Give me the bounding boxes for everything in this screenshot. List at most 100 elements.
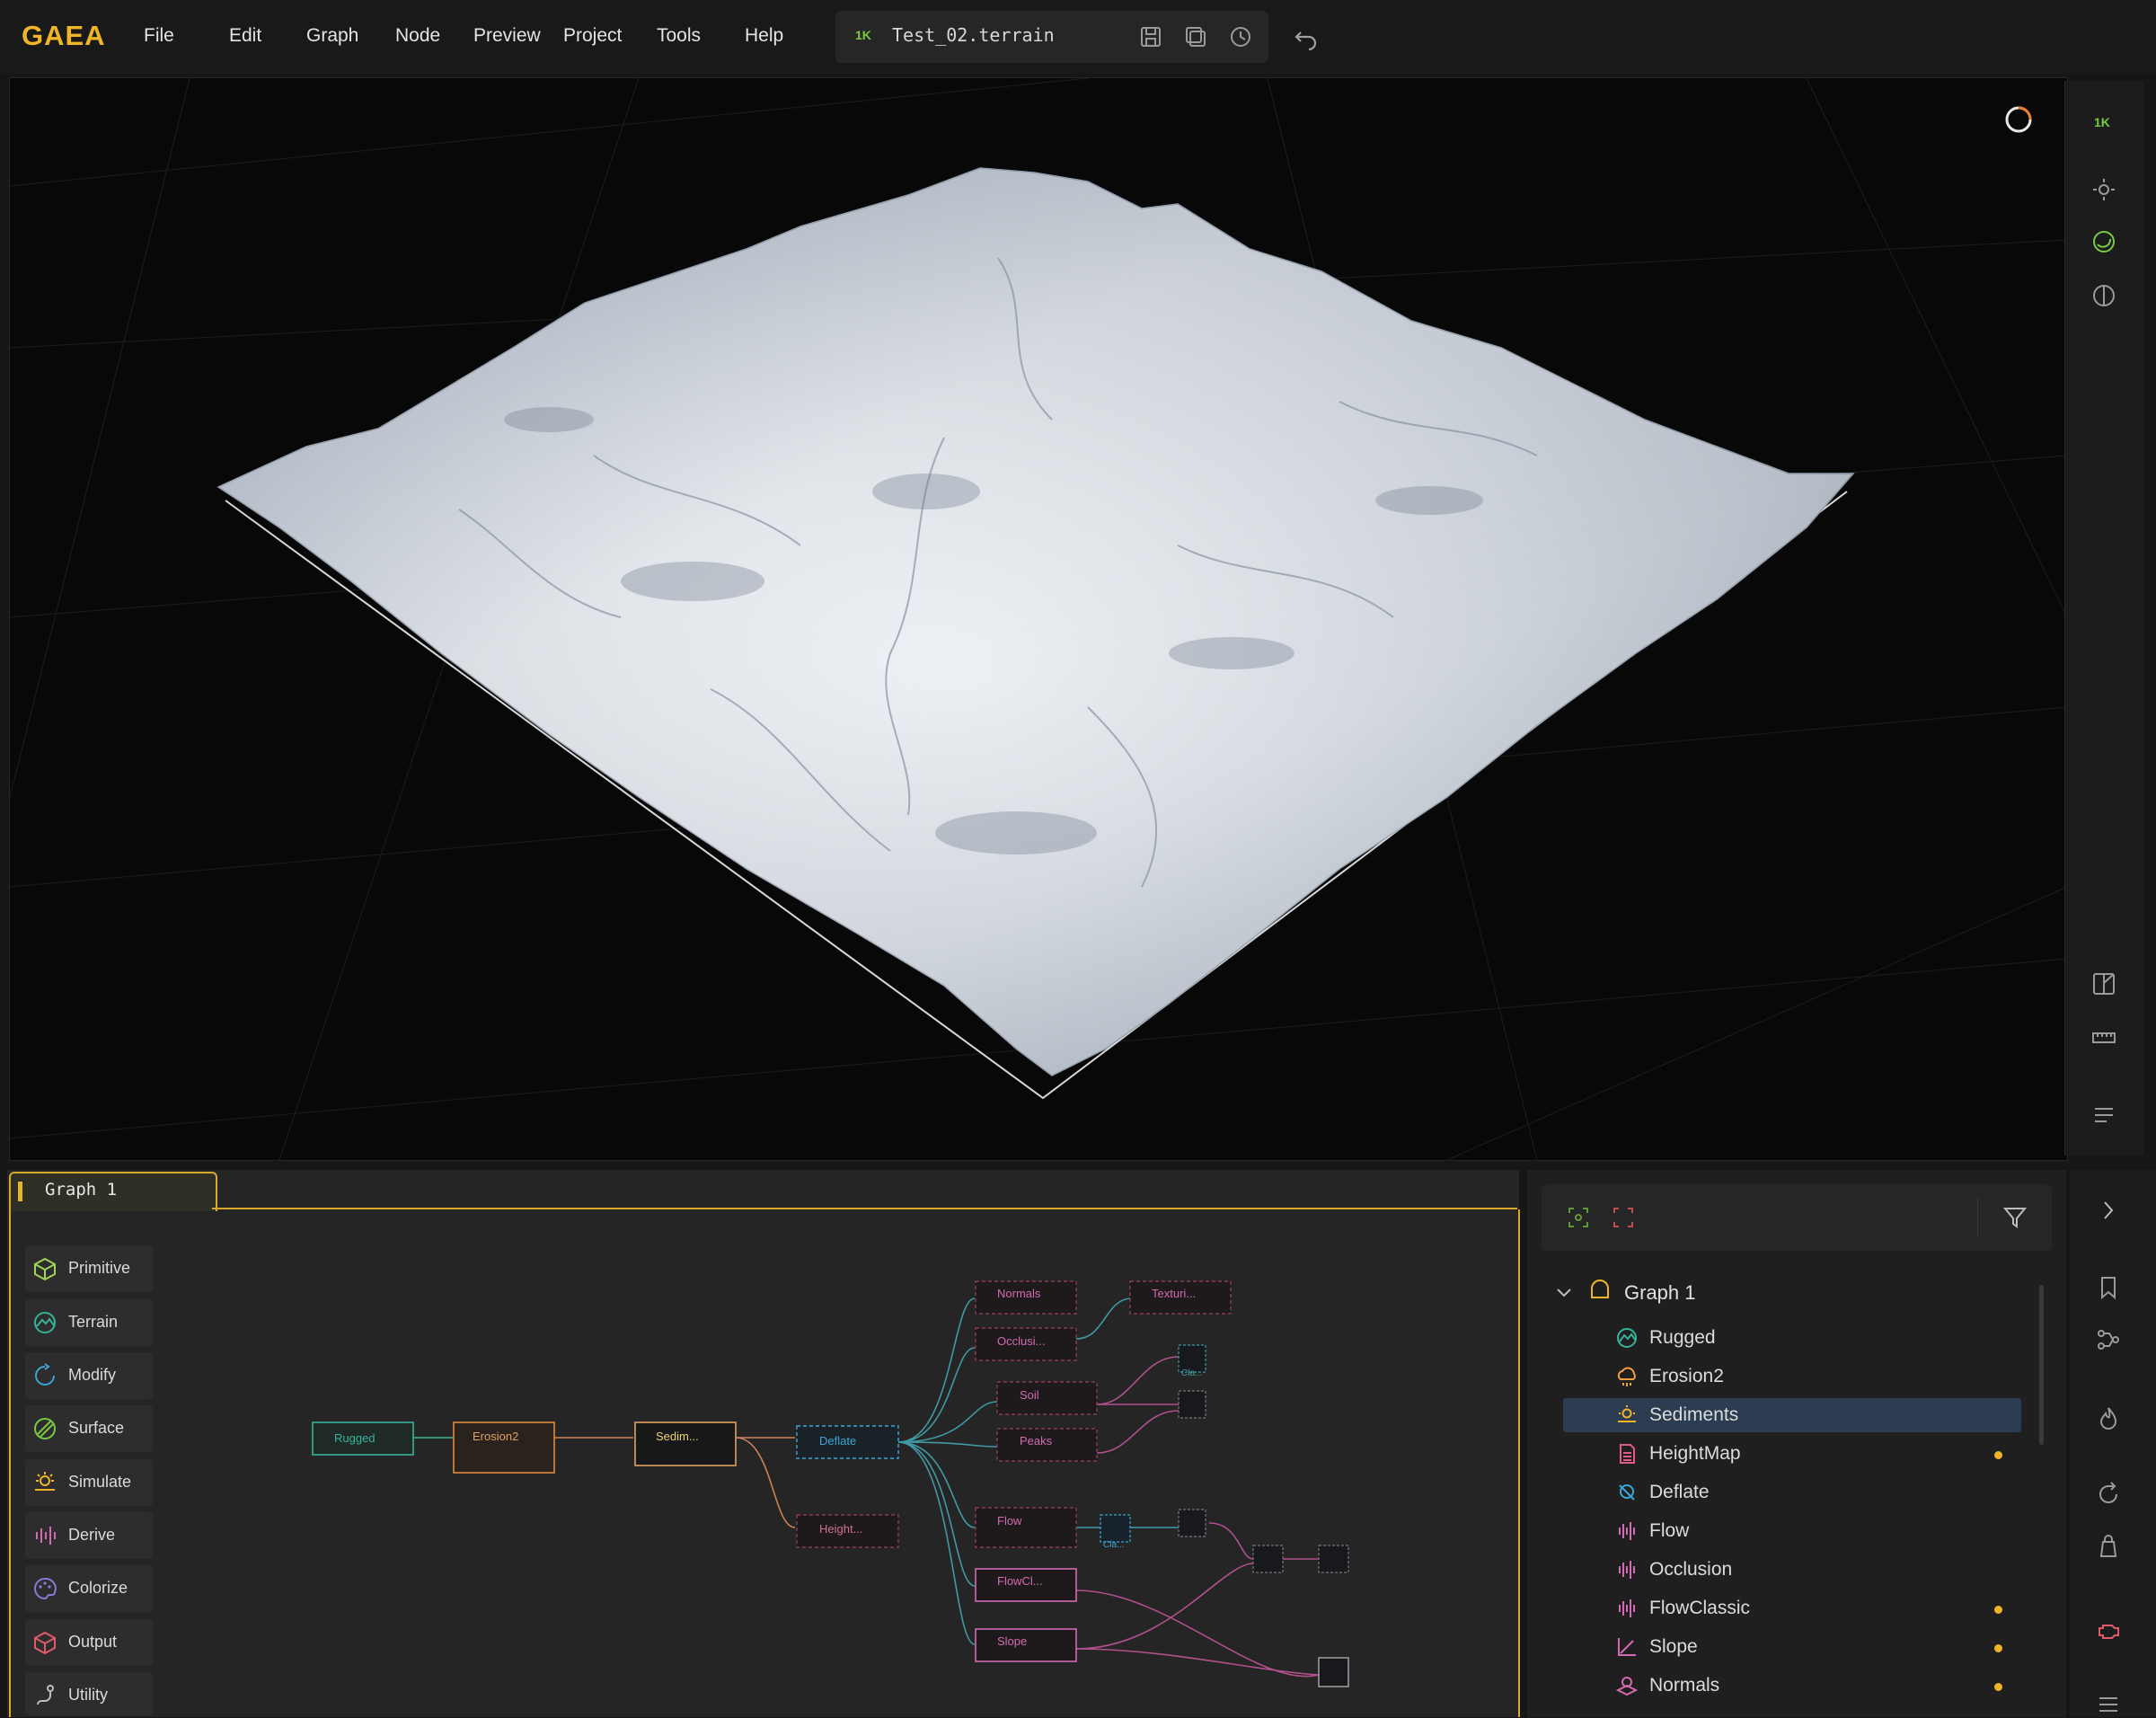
fire-icon[interactable] bbox=[2095, 1405, 2122, 1432]
material-icon[interactable] bbox=[2090, 282, 2117, 309]
bucket-icon[interactable] bbox=[2095, 1533, 2122, 1560]
category-label: Derive bbox=[68, 1526, 116, 1544]
filter-icon[interactable] bbox=[2001, 1204, 2028, 1231]
tree-scrollbar[interactable] bbox=[2039, 1285, 2044, 1445]
node-erosion2[interactable]: Erosion2 bbox=[453, 1421, 555, 1474]
cube-icon bbox=[34, 1257, 56, 1281]
chevron-right-icon[interactable] bbox=[2095, 1197, 2122, 1224]
category-primitive[interactable]: Primitive bbox=[25, 1245, 153, 1292]
modified-dot bbox=[1994, 1606, 2002, 1614]
refresh-icon[interactable] bbox=[2095, 1481, 2122, 1508]
tree-item-label: Normals bbox=[1649, 1675, 1720, 1696]
menu-graph[interactable]: Graph bbox=[306, 25, 358, 47]
node-small[interactable] bbox=[1178, 1509, 1206, 1537]
menu-node[interactable]: Node bbox=[395, 25, 440, 47]
menu-help[interactable]: Help bbox=[745, 25, 783, 47]
menu-lines-icon[interactable] bbox=[2090, 1102, 2117, 1129]
sun-icon[interactable] bbox=[2090, 176, 2117, 203]
history-icon[interactable] bbox=[1229, 25, 1252, 49]
category-label: Terrain bbox=[68, 1313, 119, 1331]
tab-indicator bbox=[18, 1182, 22, 1201]
category-colorize[interactable]: Colorize bbox=[25, 1565, 153, 1612]
menu-project[interactable]: Project bbox=[563, 25, 622, 47]
undo-icon[interactable] bbox=[1294, 25, 1319, 50]
file-box: 1K Test_02.terrain bbox=[835, 11, 1268, 63]
tree-item-label: HeightMap bbox=[1649, 1443, 1741, 1464]
viewport-3d[interactable] bbox=[9, 77, 2068, 1161]
output-icon bbox=[34, 1631, 56, 1655]
node-label: Cla... bbox=[1181, 1368, 1202, 1378]
viewport-resolution-badge[interactable]: 1K bbox=[2094, 115, 2110, 129]
node-peaks[interactable]: Peaks bbox=[996, 1428, 1098, 1462]
chevron-down-icon[interactable] bbox=[1554, 1283, 1574, 1303]
node-occlusion[interactable]: Occlusi... bbox=[975, 1327, 1077, 1361]
ruler-icon[interactable] bbox=[2090, 1024, 2117, 1051]
tree-item-sediments[interactable]: Sediments bbox=[1563, 1398, 2021, 1432]
tree-item-slope[interactable]: Slope bbox=[1563, 1630, 2021, 1664]
tree-item-flowclassic[interactable]: FlowClassic bbox=[1563, 1591, 2021, 1625]
frame-selection-icon[interactable] bbox=[1567, 1206, 1590, 1229]
category-label: Modify bbox=[68, 1366, 117, 1384]
node-heightmap[interactable]: Height... bbox=[796, 1514, 899, 1548]
tree-item-rugged[interactable]: Rugged bbox=[1563, 1321, 2021, 1355]
category-label: Surface bbox=[68, 1419, 125, 1437]
category-label: Utility bbox=[68, 1686, 108, 1704]
category-utility[interactable]: Utility bbox=[25, 1672, 153, 1715]
category-terrain[interactable]: Terrain bbox=[25, 1299, 153, 1346]
tree-item-label: FlowClassic bbox=[1649, 1598, 1751, 1618]
engine-icon[interactable] bbox=[2095, 1617, 2122, 1644]
node-normals[interactable]: Normals bbox=[975, 1280, 1077, 1315]
save-icon[interactable] bbox=[1139, 25, 1162, 49]
node-small[interactable] bbox=[1318, 1657, 1349, 1687]
tree-item-label: Deflate bbox=[1649, 1482, 1710, 1502]
node-flowclassic[interactable]: FlowCl... bbox=[975, 1568, 1077, 1602]
tree-item-occlusion[interactable]: Occlusion bbox=[1563, 1553, 2021, 1587]
tree-item-erosion2[interactable]: Erosion2 bbox=[1563, 1359, 2021, 1394]
node-deflate[interactable]: Deflate bbox=[796, 1425, 899, 1459]
surface-icon bbox=[34, 1418, 56, 1439]
compare-icon[interactable] bbox=[2090, 970, 2117, 997]
category-label: Colorize bbox=[68, 1579, 128, 1597]
node-small[interactable] bbox=[1178, 1390, 1206, 1419]
tree-item-normals[interactable]: Normals bbox=[1563, 1669, 2021, 1703]
node-clamp-1[interactable]: Cla... bbox=[1178, 1344, 1206, 1378]
node-clamp-2[interactable]: Cla... bbox=[1100, 1514, 1131, 1550]
node-rugged[interactable]: Rugged bbox=[312, 1421, 414, 1456]
sphere-icon[interactable] bbox=[2090, 228, 2117, 255]
tab-graph-label: Graph 1 bbox=[45, 1180, 118, 1200]
save-copy-icon[interactable] bbox=[1184, 25, 1207, 49]
node-soil[interactable]: Soil bbox=[996, 1381, 1098, 1415]
category-surface[interactable]: Surface bbox=[25, 1405, 153, 1452]
node-flow[interactable]: Flow bbox=[975, 1507, 1077, 1548]
node-label: Peaks bbox=[1020, 1434, 1053, 1448]
node-texturing[interactable]: Texturi... bbox=[1129, 1280, 1232, 1315]
nodes-icon[interactable] bbox=[2095, 1326, 2122, 1353]
menu-file[interactable]: File bbox=[144, 25, 174, 47]
node-small[interactable] bbox=[1252, 1545, 1284, 1573]
node-label: Deflate bbox=[819, 1434, 856, 1448]
node-slope[interactable]: Slope bbox=[975, 1628, 1077, 1662]
category-label: Primitive bbox=[68, 1259, 131, 1277]
node-sediments[interactable]: Sedim... bbox=[634, 1421, 737, 1466]
menu-edit[interactable]: Edit bbox=[229, 25, 261, 47]
flowclassic-icon bbox=[1619, 1599, 1635, 1617]
menu-preview[interactable]: Preview bbox=[473, 25, 541, 47]
tree-item-label: Slope bbox=[1649, 1636, 1698, 1657]
tree-item-deflate[interactable]: Deflate bbox=[1563, 1475, 2021, 1510]
category-output[interactable]: Output bbox=[25, 1619, 153, 1666]
tree-item-flow[interactable]: Flow bbox=[1563, 1514, 2021, 1548]
list-icon[interactable] bbox=[2095, 1691, 2122, 1718]
tree-root-label[interactable]: Graph 1 bbox=[1624, 1281, 1696, 1305]
frame-all-icon[interactable] bbox=[1612, 1206, 1635, 1229]
palette-icon bbox=[34, 1577, 57, 1600]
node-label: Soil bbox=[1020, 1388, 1039, 1402]
category-modify[interactable]: Modify bbox=[25, 1352, 153, 1399]
simulate-icon bbox=[35, 1472, 55, 1491]
bookmark-icon[interactable] bbox=[2095, 1274, 2122, 1301]
node-small[interactable] bbox=[1318, 1545, 1349, 1573]
node-graph-canvas[interactable]: Rugged Erosion2 Sedim... Deflate Height.… bbox=[270, 1240, 1509, 1707]
menu-tools[interactable]: Tools bbox=[657, 25, 701, 47]
category-derive[interactable]: Derive bbox=[25, 1512, 153, 1559]
category-simulate[interactable]: Simulate bbox=[25, 1459, 153, 1506]
tree-item-heightmap[interactable]: HeightMap bbox=[1563, 1437, 2021, 1471]
